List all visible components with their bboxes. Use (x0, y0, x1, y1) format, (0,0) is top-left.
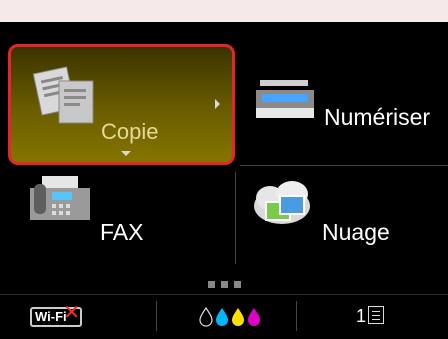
page-dot (208, 281, 215, 288)
ink-drops-icon (199, 306, 260, 327)
wifi-status-button[interactable]: Wi-Fi ✕ (30, 302, 82, 327)
fax-icon (30, 176, 90, 220)
chevron-right-icon (215, 99, 220, 109)
scan-label: Numériser (324, 104, 431, 130)
page-dot (234, 281, 241, 288)
divider (296, 301, 297, 331)
status-bar: Wi-Fi ✕ 1 (0, 294, 448, 339)
scanner-icon (256, 80, 314, 118)
wifi-label: Wi-Fi (35, 309, 67, 324)
cloud-icon (254, 181, 310, 224)
page-dot (221, 281, 228, 288)
cloud-tile[interactable]: Nuage (240, 172, 448, 267)
page-indicator (208, 275, 247, 293)
chevron-down-icon (121, 151, 131, 156)
queue-count: 1 (356, 306, 367, 326)
copy-tile[interactable]: Copie (8, 44, 235, 165)
fax-tile[interactable]: FAX (0, 172, 232, 267)
divider (240, 165, 448, 166)
copy-icon (32, 66, 94, 124)
divider (235, 172, 236, 264)
divider (156, 301, 157, 331)
disconnected-x-icon: ✕ (63, 302, 80, 324)
copy-label: Copie (101, 119, 159, 144)
list-icon (368, 306, 385, 324)
printer-lcd-screen: Copie Numériser FAX Nuage Wi-Fi ✕ 1 (0, 22, 448, 339)
print-queue-button[interactable]: 1 (356, 306, 385, 327)
scan-tile[interactable]: Numériser (240, 66, 448, 164)
cloud-label: Nuage (322, 219, 390, 245)
fax-label: FAX (100, 219, 144, 245)
ink-level-button[interactable] (198, 305, 270, 332)
